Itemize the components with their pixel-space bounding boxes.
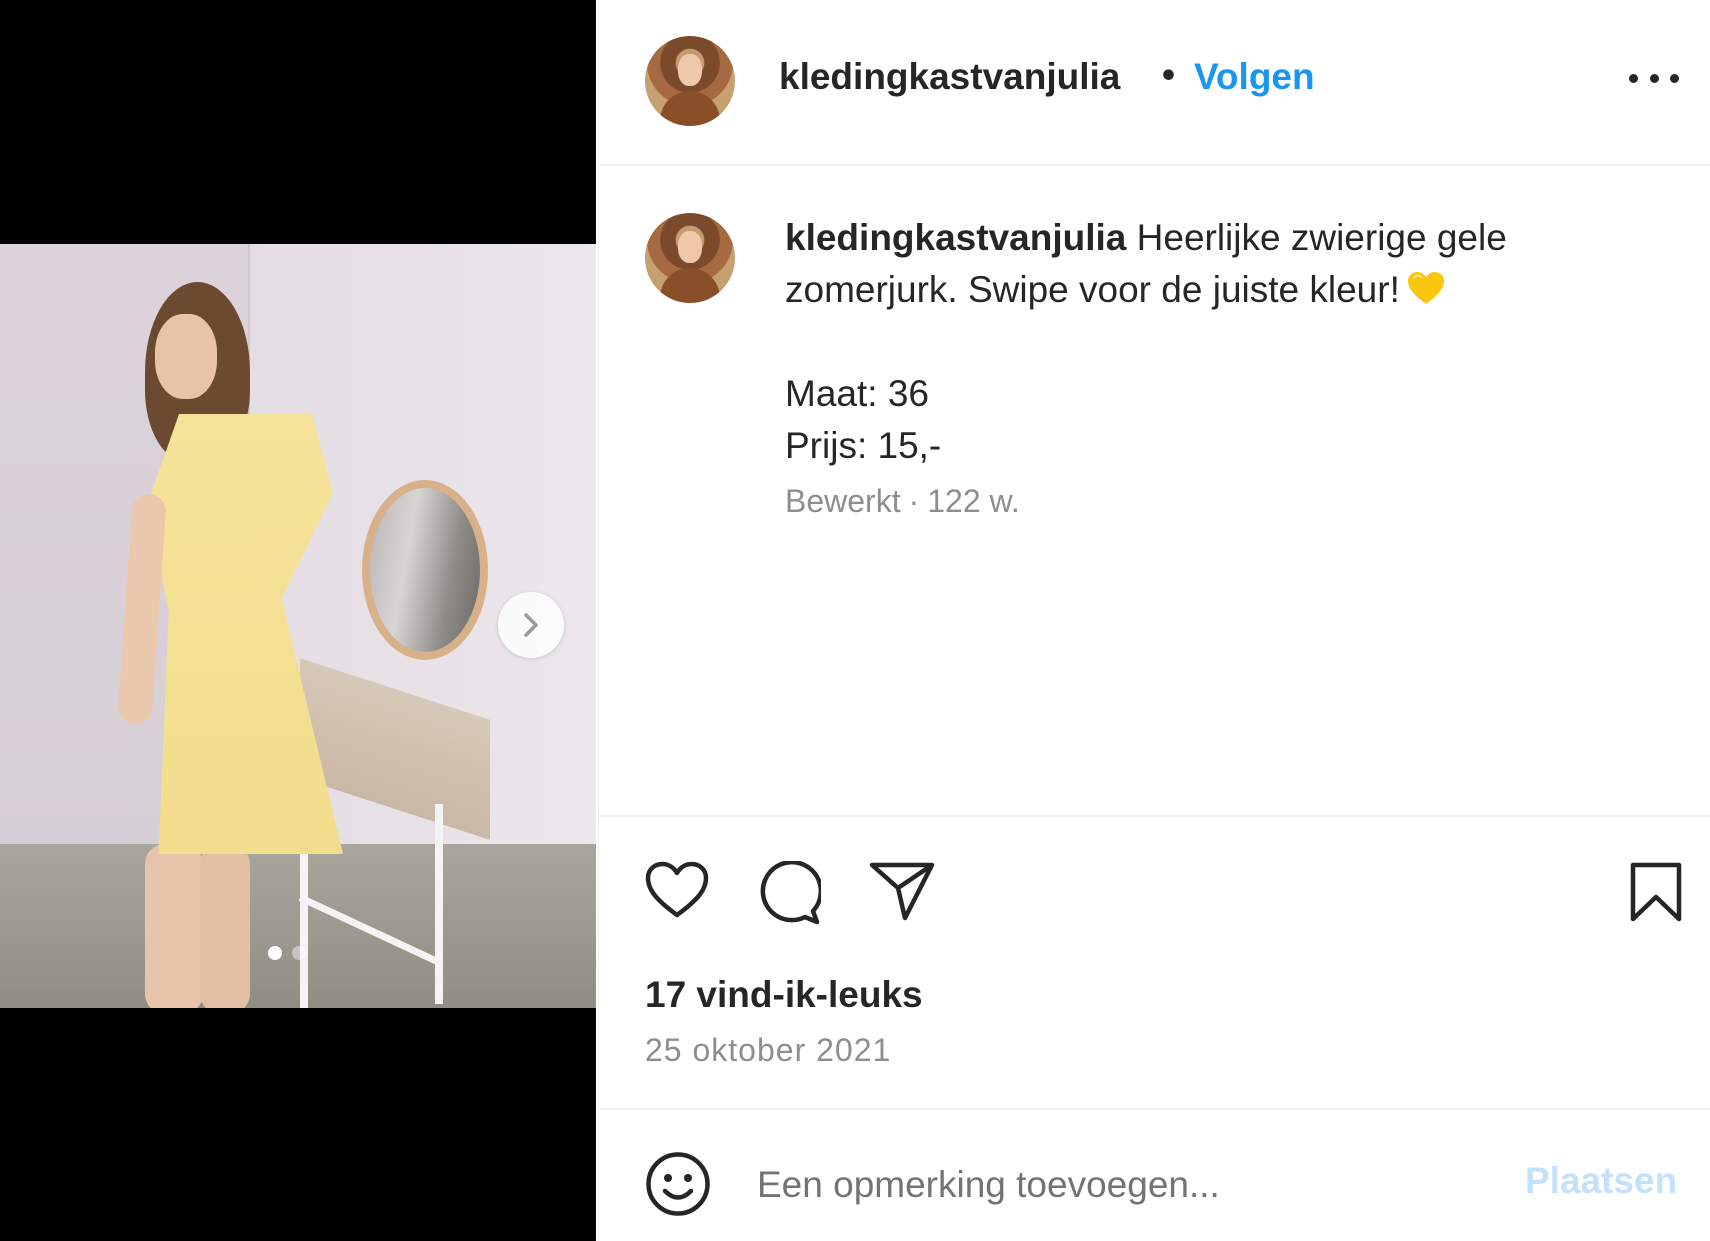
- caption-text-line1: Heerlijke zwierige gele: [1136, 217, 1507, 258]
- yellow-heart-icon: [1407, 268, 1444, 304]
- photo-person-face: [155, 314, 217, 399]
- meta-separator: ·: [908, 483, 920, 519]
- comment-icon[interactable]: [757, 859, 824, 930]
- carousel-dot: [292, 946, 306, 960]
- divider: [599, 1108, 1710, 1110]
- post-media: [0, 0, 596, 1241]
- carousel-indicator: [268, 946, 306, 960]
- avatar[interactable]: [645, 36, 735, 126]
- caption-size: Maat: 36: [785, 373, 929, 414]
- caption-text-line2: zomerjurk. Swipe voor de juiste kleur!: [785, 269, 1400, 310]
- post-comment-button[interactable]: Plaatsen: [1525, 1160, 1677, 1202]
- photo-person-leg: [145, 844, 203, 1008]
- heart-icon[interactable]: [645, 861, 709, 924]
- like-count[interactable]: 17 vind-ik-leuks: [645, 974, 923, 1016]
- more-options-icon[interactable]: [1629, 60, 1679, 96]
- smiley-icon[interactable]: [645, 1151, 711, 1222]
- carousel-next-button[interactable]: [498, 592, 564, 658]
- header-username[interactable]: kledingkastvanjulia: [779, 56, 1120, 98]
- post-age[interactable]: 122 w.: [927, 483, 1020, 519]
- photo-mirror: [362, 480, 488, 660]
- photo-person-leg: [200, 844, 250, 1008]
- photo-floor: [0, 844, 596, 1008]
- follow-button[interactable]: Volgen: [1194, 56, 1315, 98]
- caption-avatar[interactable]: [645, 213, 735, 303]
- divider: [599, 815, 1710, 817]
- post-header: kledingkastvanjulia • Volgen: [599, 0, 1710, 166]
- header-separator: •: [1162, 54, 1175, 95]
- bookmark-icon[interactable]: [1629, 862, 1683, 927]
- chevron-right-icon: [524, 613, 538, 637]
- caption-username[interactable]: kledingkastvanjulia: [785, 217, 1126, 258]
- caption-meta: Bewerkt · 122 w.: [785, 483, 1020, 520]
- caption-price: Prijs: 15,-: [785, 425, 942, 466]
- photo-person-dress: [148, 414, 343, 854]
- comment-input[interactable]: [755, 1154, 1519, 1216]
- post-caption: kledingkastvanjulia Heerlijke zwierige g…: [785, 212, 1645, 472]
- post-date: 25 oktober 2021: [645, 1032, 892, 1068]
- photo-desk-leg: [435, 804, 443, 1004]
- edited-label: Bewerkt: [785, 483, 901, 519]
- carousel-dot-active: [268, 946, 282, 960]
- post-photo[interactable]: [0, 244, 596, 1008]
- post-details-panel: kledingkastvanjulia • Volgen kledingkast…: [598, 0, 1710, 1241]
- send-icon[interactable]: [869, 861, 935, 926]
